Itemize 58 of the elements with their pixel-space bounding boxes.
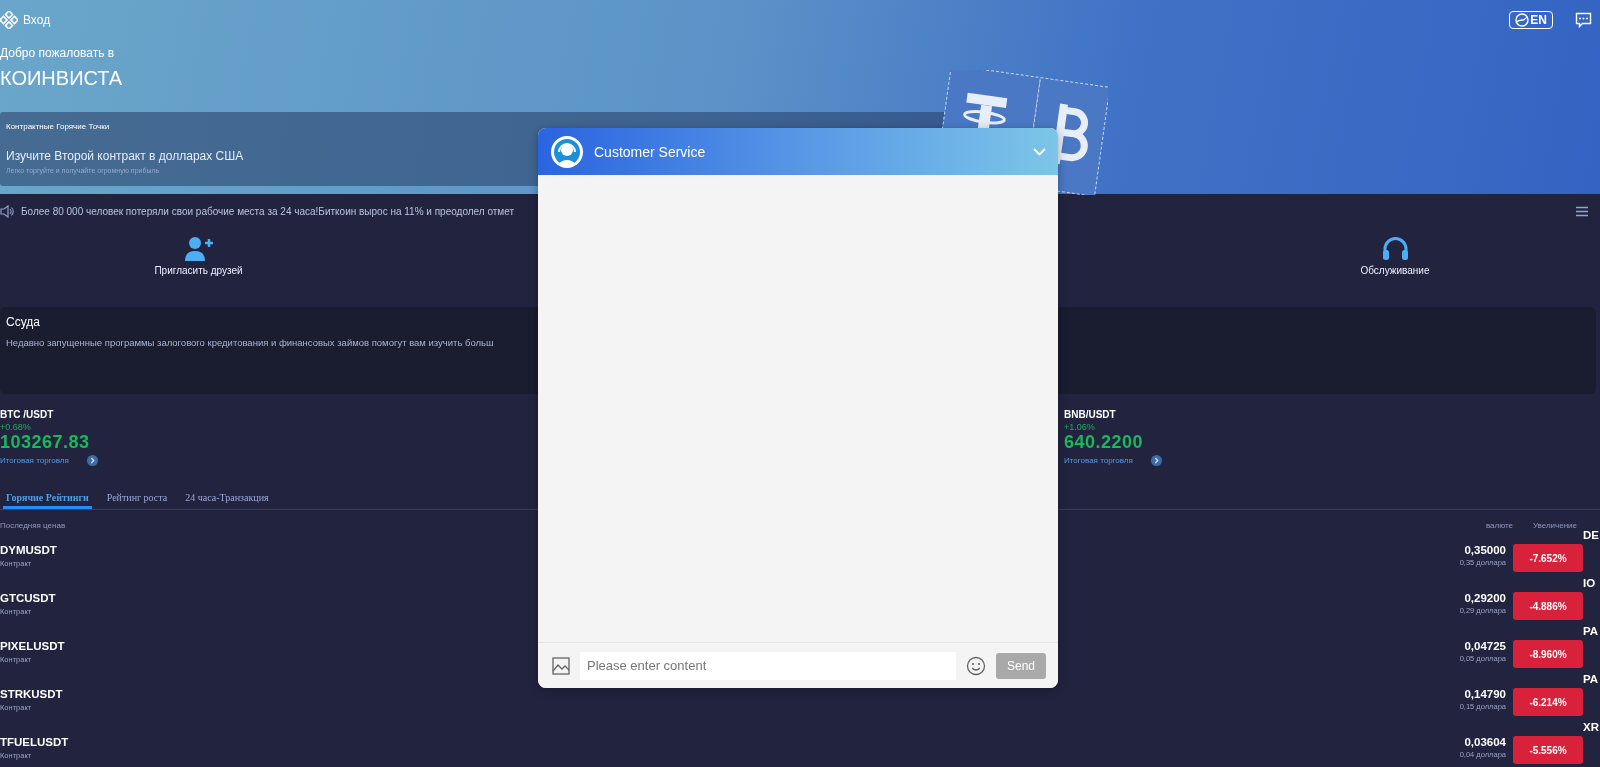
pair-name: BTC /USDT bbox=[0, 409, 55, 420]
tab[interactable]: Рейтинг роста bbox=[103, 482, 171, 509]
price-value: 0,29200 bbox=[1464, 592, 1506, 604]
symbol-name[interactable]: DYMUSDT bbox=[0, 544, 1393, 556]
column-header: Последняя ценав bbox=[0, 520, 67, 530]
price-value: 640.2200 bbox=[1064, 432, 1145, 453]
chat-title: Customer Service bbox=[594, 143, 706, 160]
column-header: валюте bbox=[1484, 520, 1513, 530]
symbol-name[interactable]: PA bbox=[1583, 672, 1600, 686]
action-label[interactable]: Обслуживание bbox=[1360, 265, 1430, 276]
language-button[interactable]: EN bbox=[1509, 11, 1553, 29]
add-user-icon[interactable] bbox=[184, 236, 213, 261]
list-icon[interactable] bbox=[1576, 205, 1588, 217]
message-input[interactable]: Please enter content bbox=[580, 651, 956, 680]
symbol-name[interactable]: IO bbox=[1583, 576, 1600, 590]
symbol-name[interactable]: STRKUSDT bbox=[0, 688, 1393, 700]
headphones-icon[interactable] bbox=[1381, 236, 1409, 261]
loan-description: Недавно запущенные программы залогового кредитования и финансовых займов помогут вам изучить больш bbox=[6, 337, 495, 348]
brand-title: КОИНВИСТА bbox=[0, 67, 124, 90]
emoji-icon[interactable] bbox=[966, 655, 986, 676]
news-ticker[interactable]: Более 80 000 человек потеряли свои рабочие места за 24 часа!Биткоин вырос на 11% и преодолел отмет bbox=[21, 205, 515, 217]
symbol-name[interactable]: DE bbox=[1583, 528, 1600, 542]
logo-icon bbox=[0, 11, 18, 29]
loan-title: Ссуда bbox=[6, 315, 41, 329]
trade-link[interactable]: Итоговая торговля bbox=[0, 456, 69, 465]
change-badge: -8.960% bbox=[1513, 640, 1583, 668]
change-badge: -5.556% bbox=[1513, 736, 1583, 764]
welcome-text: Добро пожаловать в bbox=[0, 46, 116, 60]
action-label[interactable]: Пригласить друзей bbox=[154, 265, 243, 276]
price-value: 0,03604 bbox=[1464, 736, 1506, 748]
agent-avatar-icon bbox=[550, 134, 584, 169]
chat-icon[interactable] bbox=[1575, 12, 1592, 28]
trade-link[interactable]: Итоговая торговля bbox=[1064, 456, 1133, 465]
column-header: Увеличение bbox=[1531, 520, 1579, 530]
arrow-right-icon[interactable] bbox=[1150, 455, 1162, 466]
price-value: 0,14790 bbox=[1464, 688, 1506, 700]
banner-label: Контрактные Горячие Точки bbox=[6, 122, 111, 131]
banner-title: Изучите Второй контракт в долларах США bbox=[6, 149, 244, 163]
price-value: 103267.83 bbox=[0, 432, 91, 453]
change-percent: +0.68% bbox=[0, 422, 32, 432]
symbol-name[interactable]: PIXELUSDT bbox=[0, 640, 1393, 652]
symbol-name[interactable]: GTCUSDT bbox=[0, 592, 1393, 604]
globe-icon bbox=[1515, 13, 1530, 27]
symbol-name[interactable]: PA bbox=[1583, 624, 1600, 638]
price-value: 0,04725 bbox=[1464, 640, 1506, 652]
tab[interactable]: Горячие Рейтинги bbox=[3, 482, 92, 509]
change-percent: +1.06% bbox=[1064, 422, 1096, 432]
change-badge: -4.886% bbox=[1513, 592, 1583, 620]
image-icon[interactable] bbox=[552, 656, 570, 675]
arrow-right-icon[interactable] bbox=[86, 455, 98, 466]
price-value: 0,35000 bbox=[1464, 544, 1506, 556]
tab[interactable]: 24 часа-Транзакция bbox=[182, 482, 272, 509]
symbol-name[interactable]: TFUELUSDT bbox=[0, 736, 1393, 748]
change-badge: -6.214% bbox=[1513, 688, 1583, 716]
change-badge: -7.652% bbox=[1513, 544, 1583, 572]
symbol-name[interactable]: XR bbox=[1583, 720, 1600, 734]
speaker-icon bbox=[0, 204, 14, 218]
pair-name: BNB/USDT bbox=[1064, 409, 1117, 420]
